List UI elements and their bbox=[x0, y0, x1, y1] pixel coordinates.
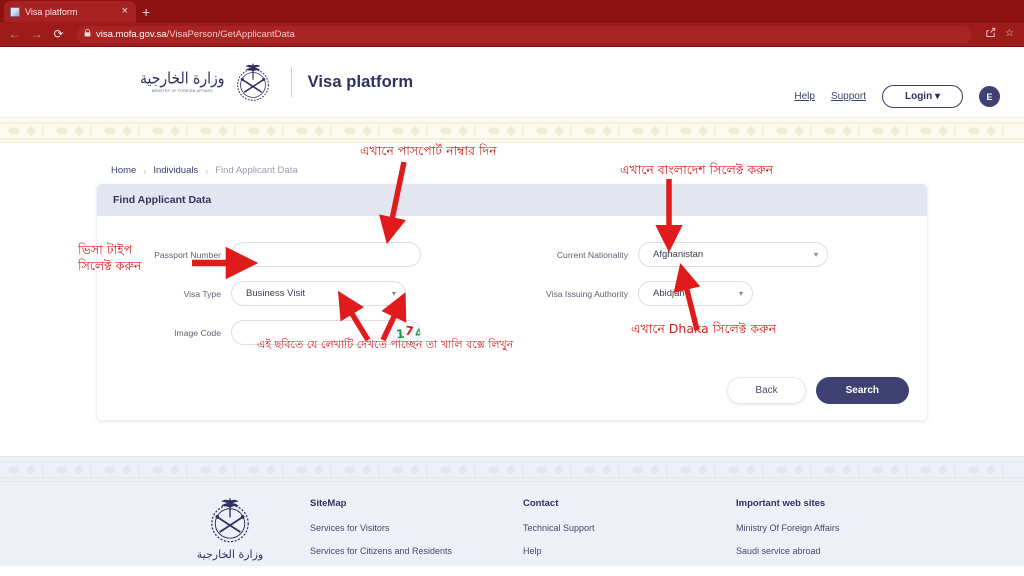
ornament-band-bottom bbox=[0, 456, 1024, 482]
visa-type-select-wrap: Business Visit ▾ bbox=[231, 281, 406, 306]
nav-support-link[interactable]: Support bbox=[831, 91, 866, 102]
footer-link-technical-support[interactable]: Technical Support bbox=[523, 523, 736, 533]
field-row-visa-type: Visa Type Business Visit ▾ bbox=[111, 281, 506, 306]
share-icon[interactable] bbox=[985, 27, 996, 41]
browser-tabstrip: Visa platform × + bbox=[0, 0, 1024, 22]
breadcrumb: Home › Individuals › Find Applicant Data bbox=[97, 165, 927, 184]
url-domain: visa.mofa.gov.sa bbox=[96, 28, 167, 40]
language-toggle-button[interactable]: E bbox=[979, 86, 1000, 107]
footer-link-saudi-service-abroad[interactable]: Saudi service abroad bbox=[736, 546, 949, 556]
breadcrumb-separator: › bbox=[205, 165, 209, 176]
site-header: وزارة الخارجية MINISTRY OF FOREIGN AFFAI… bbox=[0, 47, 1024, 117]
footer-heading-sitemap: SiteMap bbox=[310, 498, 347, 509]
panel-title: Find Applicant Data bbox=[97, 184, 927, 216]
footer-link-ministry-of-foreign-affairs[interactable]: Ministry Of Foreign Affairs bbox=[736, 523, 949, 533]
browser-tab-title: Visa platform bbox=[25, 6, 78, 17]
brand-logo[interactable]: وزارة الخارجية MINISTRY OF FOREIGN AFFAI… bbox=[140, 60, 413, 104]
site-footer: وزارة الخارجية SiteMap Services for Visi… bbox=[0, 482, 1024, 566]
ministry-wordmark-english: MINISTRY OF FOREIGN AFFAIRS bbox=[151, 88, 213, 93]
footer-heading-important-websites: Important web sites bbox=[736, 498, 826, 509]
footer-logo: وزارة الخارجية bbox=[150, 494, 310, 569]
footer-column-sitemap: SiteMap Services for Visitors Services f… bbox=[310, 498, 523, 569]
breadcrumb-separator: › bbox=[143, 165, 147, 176]
footer-heading-contact: Contact bbox=[523, 498, 559, 509]
browser-toolbar: ← → ⟳ visa.mofa.gov.sa/VisaPerson/GetApp… bbox=[0, 22, 1024, 47]
forward-icon[interactable]: → bbox=[30, 28, 43, 40]
breadcrumb-item-find-applicant-data: Find Applicant Data bbox=[215, 165, 298, 176]
footer-link-services-for-visitors[interactable]: Services for Visitors bbox=[310, 523, 523, 533]
footer-link-services-for-citizens[interactable]: Services for Citizens and Residents bbox=[310, 546, 523, 556]
url-path: /VisaPerson/GetApplicantData bbox=[166, 28, 295, 40]
current-nationality-select-wrap: Afghanistan ▾ bbox=[638, 242, 828, 267]
new-tab-button[interactable]: + bbox=[142, 5, 150, 19]
close-icon[interactable]: × bbox=[120, 6, 130, 17]
footer-ministry-wordmark: وزارة الخارجية bbox=[196, 548, 264, 561]
address-bar[interactable]: visa.mofa.gov.sa/VisaPerson/GetApplicant… bbox=[76, 25, 973, 43]
field-row-current-nationality: Current Nationality Afghanistan ▾ bbox=[518, 242, 913, 267]
passport-number-input[interactable] bbox=[231, 242, 421, 267]
annotation-visa-type-line2: সিলেক্ট করুন bbox=[78, 257, 142, 273]
footer-inner: وزارة الخارجية SiteMap Services for Visi… bbox=[0, 497, 1024, 569]
ministry-wordmark: وزارة الخارجية MINISTRY OF FOREIGN AFFAI… bbox=[140, 69, 225, 93]
current-nationality-label: Current Nationality bbox=[556, 249, 628, 260]
find-applicant-panel: Find Applicant Data Passport Number Visa… bbox=[97, 184, 927, 420]
footer-column-contact: Contact Technical Support Help bbox=[523, 498, 736, 569]
breadcrumb-item-individuals[interactable]: Individuals bbox=[153, 165, 198, 176]
visa-type-label: Visa Type bbox=[183, 288, 221, 299]
bookmark-star-icon[interactable]: ☆ bbox=[1005, 29, 1014, 39]
address-bar-url: visa.mofa.gov.sa/VisaPerson/GetApplicant… bbox=[96, 29, 295, 40]
annotation-nationality: এখানে বাংলাদেশ সিলেক্ট করুন bbox=[620, 162, 774, 177]
back-button[interactable]: Back bbox=[727, 377, 806, 404]
login-button[interactable]: Login ▾ bbox=[881, 85, 963, 108]
current-nationality-select[interactable]: Afghanistan bbox=[638, 242, 828, 267]
visa-issuing-authority-label: Visa Issuing Authority bbox=[545, 288, 628, 299]
saudi-emblem-icon bbox=[204, 494, 256, 546]
site-favicon bbox=[10, 6, 20, 17]
panel-actions: Back Search bbox=[97, 371, 927, 420]
image-code-label: Image Code bbox=[174, 327, 221, 338]
visa-issuing-authority-select-wrap: Abidjan ▾ bbox=[638, 281, 753, 306]
form-column-right: Current Nationality Afghanistan ▾ Visa I… bbox=[512, 242, 919, 359]
annotation-visa-type: ভিসা টাইপ সিলেক্ট করুন bbox=[78, 242, 141, 273]
annotation-visa-type-line1: ভিসা টাইপ bbox=[78, 242, 133, 257]
content-container: Home › Individuals › Find Applicant Data… bbox=[97, 143, 927, 420]
field-row-passport-number: Passport Number bbox=[111, 242, 506, 267]
header-nav: Help Support Login ▾ E bbox=[794, 85, 1000, 108]
main-content: Home › Individuals › Find Applicant Data… bbox=[0, 143, 1024, 456]
visa-issuing-authority-select[interactable]: Abidjan bbox=[638, 281, 753, 306]
back-icon[interactable]: ← bbox=[8, 28, 21, 40]
ministry-wordmark-arabic: وزارة الخارجية bbox=[140, 69, 225, 88]
annotation-authority: এখানে Dhaka সিলেক্ট করুন bbox=[631, 321, 777, 336]
footer-link-help[interactable]: Help bbox=[523, 546, 736, 556]
search-button[interactable]: Search bbox=[815, 377, 909, 404]
nav-help-link[interactable]: Help bbox=[794, 91, 815, 102]
breadcrumb-item-home[interactable]: Home bbox=[111, 165, 136, 176]
annotation-captcha: এই ছবিতে যে লেখাটি দেখতে পাচ্ছেন তা খালি… bbox=[257, 338, 514, 351]
browser-tab[interactable]: Visa platform × bbox=[4, 1, 136, 22]
lock-icon bbox=[84, 29, 91, 39]
browser-chrome: Visa platform × + ← → ⟳ visa.mofa.gov.sa… bbox=[0, 0, 1024, 47]
page-title: Visa platform bbox=[307, 72, 414, 91]
reload-icon[interactable]: ⟳ bbox=[52, 28, 65, 40]
field-row-visa-issuing-authority: Visa Issuing Authority Abidjan ▾ bbox=[518, 281, 913, 306]
footer-column-important-websites: Important web sites Ministry Of Foreign … bbox=[736, 498, 949, 569]
ornament-band-top bbox=[0, 117, 1024, 143]
saudi-emblem-icon bbox=[231, 60, 275, 104]
visa-type-select[interactable]: Business Visit bbox=[231, 281, 406, 306]
brand-divider bbox=[290, 67, 292, 97]
annotation-passport: এখানে পাসপোর্ট নাম্বার দিন bbox=[360, 143, 497, 158]
toolbar-right-icons: ☆ bbox=[985, 27, 1016, 41]
